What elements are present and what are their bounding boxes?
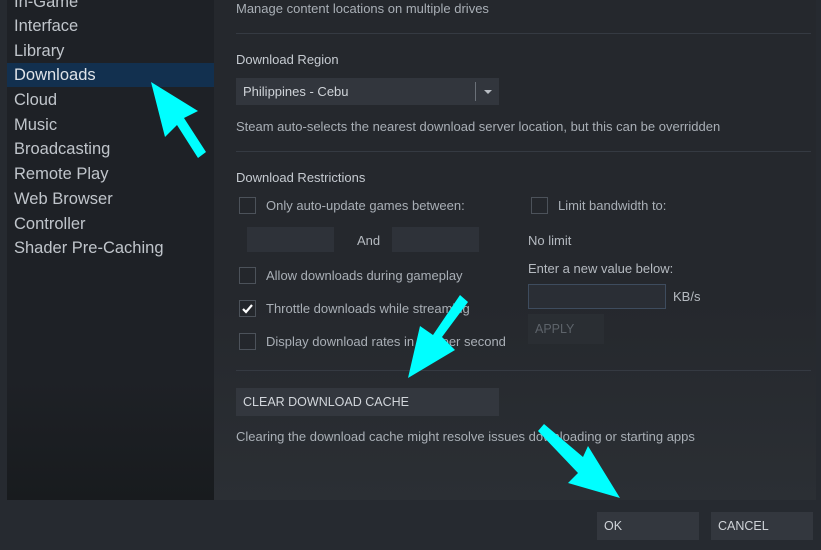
sidebar-item-web-browser[interactable]: Web Browser [7, 187, 214, 211]
and-label: And [357, 233, 381, 248]
enter-value-label: Enter a new value below: [528, 261, 674, 276]
download-restrictions-heading: Download Restrictions [236, 170, 366, 185]
throttle-streaming-checkbox[interactable] [239, 300, 256, 317]
sidebar-item-broadcasting[interactable]: Broadcasting [7, 137, 214, 161]
display-bits-checkbox[interactable] [239, 333, 256, 350]
download-region-description: Steam auto-selects the nearest download … [236, 119, 721, 134]
section-divider [236, 370, 811, 371]
sidebar-item-cloud[interactable]: Cloud [7, 88, 214, 112]
apply-button[interactable]: APPLY [528, 314, 604, 344]
download-region-heading: Download Region [236, 52, 339, 67]
sidebar-item-controller[interactable]: Controller [7, 212, 214, 236]
auto-update-start-time-input[interactable] [247, 227, 334, 252]
sidebar-item-in-game[interactable]: In-Game [7, 0, 214, 14]
throttle-streaming-label[interactable]: Throttle downloads while streaming [266, 301, 470, 316]
sidebar-item-downloads[interactable]: Downloads [7, 63, 214, 87]
cancel-button[interactable]: CANCEL [711, 512, 813, 540]
limit-bandwidth-checkbox[interactable] [531, 197, 548, 214]
section-divider [236, 33, 811, 34]
sidebar-background [7, 380, 214, 500]
sidebar-item-music[interactable]: Music [7, 113, 214, 137]
sidebar-item-remote-play[interactable]: Remote Play [7, 162, 214, 186]
dropdown-separator [475, 82, 476, 101]
current-limit-text: No limit [528, 233, 572, 248]
section-divider [236, 151, 811, 152]
sidebar-item-shader-pre-caching[interactable]: Shader Pre-Caching [7, 236, 214, 260]
sidebar-item-interface[interactable]: Interface [7, 14, 214, 38]
checkmark-icon [242, 304, 253, 314]
clear-download-cache-button[interactable]: CLEAR DOWNLOAD CACHE [236, 388, 499, 416]
auto-update-checkbox[interactable] [239, 197, 256, 214]
ok-button[interactable]: OK [597, 512, 699, 540]
auto-update-end-time-input[interactable] [392, 227, 479, 252]
allow-during-gameplay-checkbox[interactable] [239, 267, 256, 284]
limit-bandwidth-label[interactable]: Limit bandwidth to: [558, 198, 666, 213]
download-region-dropdown[interactable]: Philippines - Cebu [236, 78, 499, 105]
sidebar-item-library[interactable]: Library [7, 39, 214, 63]
bandwidth-unit-label: KB/s [673, 289, 701, 304]
display-bits-label[interactable]: Display download rates in bits per secon… [266, 334, 506, 349]
clear-cache-description: Clearing the download cache might resolv… [236, 429, 695, 444]
auto-update-label[interactable]: Only auto-update games between: [266, 198, 465, 213]
settings-sidebar: In-Game Interface Library Downloads Clou… [7, 0, 214, 500]
allow-during-gameplay-label[interactable]: Allow downloads during gameplay [266, 268, 463, 283]
download-region-value: Philippines - Cebu [243, 84, 349, 99]
bandwidth-limit-input[interactable] [528, 284, 666, 309]
content-libraries-description: Manage content locations on multiple dri… [236, 1, 489, 16]
chevron-down-icon [484, 90, 492, 94]
